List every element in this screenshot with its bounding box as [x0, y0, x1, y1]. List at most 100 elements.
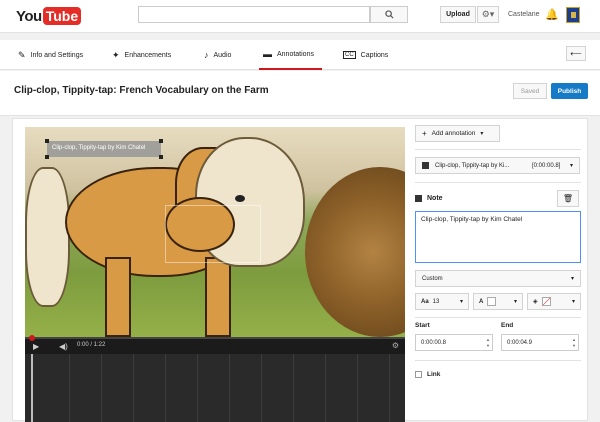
background-color-select[interactable]: ◈ ▾ — [527, 293, 581, 310]
volume-icon[interactable]: ◀) — [59, 342, 68, 351]
timeline-gridline — [165, 354, 166, 422]
timeline-gridline — [357, 354, 358, 422]
start-time-value: 0:00:00.8 — [421, 339, 447, 346]
chevron-down-icon: ▾ — [513, 299, 517, 305]
timeline-playhead[interactable] — [31, 354, 33, 422]
annotation-placeholder-box[interactable] — [165, 205, 261, 263]
font-size-select[interactable]: Aa 13 ▾ — [415, 293, 469, 310]
search-input[interactable] — [138, 6, 370, 23]
timeline-gridline — [293, 354, 294, 422]
text-color-icon: A — [479, 298, 484, 305]
tab-label: Info and Settings — [30, 51, 84, 59]
tab-info-settings[interactable]: ✎ Info and Settings — [18, 40, 83, 70]
link-label: Link — [427, 371, 441, 378]
chevron-down-icon: ▾ — [459, 299, 463, 305]
style-value: Custom — [422, 275, 443, 282]
pencil-icon: ✎ — [18, 49, 26, 60]
stepper-icon[interactable]: ▲ ▼ — [486, 337, 490, 349]
logo-tube: Tube — [42, 7, 82, 25]
timeline-gridline — [389, 354, 390, 422]
plus-icon: + — [422, 129, 427, 138]
magic-wand-icon: ✦ — [112, 49, 120, 60]
background-color-swatch — [541, 297, 551, 306]
annotation-item-label: Clip-clop, Tippity-tap by Ki... — [435, 162, 510, 169]
font-size-icon: Aa — [421, 298, 429, 305]
annotation-selector[interactable]: Clip-clop, Tippity-tap by Ki... [0:00:00… — [415, 157, 580, 174]
style-select[interactable]: Custom ▾ — [415, 270, 581, 287]
annotation-editor: Clip-clop, Tippity-tap by Kim Chatel ▶ ◀… — [12, 118, 588, 422]
link-option[interactable]: Link — [415, 371, 440, 378]
settings-button[interactable]: ⚙▾ — [477, 6, 499, 23]
resize-handle[interactable] — [45, 155, 49, 159]
speech-bubble-icon: ▬ — [263, 49, 272, 59]
pony-eye-image — [235, 195, 245, 202]
music-note-icon: ♪ — [204, 50, 209, 60]
username[interactable]: Castelane — [508, 11, 540, 18]
timeline-gridline — [69, 354, 70, 422]
tab-label: Captions — [360, 51, 389, 59]
back-button[interactable]: ⟵ — [566, 46, 586, 61]
chevron-down-icon: ▾ — [570, 276, 574, 282]
tab-annotations[interactable]: ▬ Annotations — [259, 40, 322, 70]
publish-button[interactable]: Publish — [551, 83, 588, 99]
tab-captions[interactable]: CC Captions — [343, 40, 388, 70]
time-display: 0:00 / 1:22 — [77, 342, 106, 348]
saved-button: Saved — [513, 83, 547, 99]
note-annotation-overlay[interactable]: Clip-clop, Tippity-tap by Kim Chatel — [47, 141, 161, 157]
timeline-gridline — [325, 354, 326, 422]
editor-tabs: ✎ Info and Settings ✦ Enhancements ♪ Aud… — [0, 40, 600, 70]
text-color-swatch — [487, 297, 497, 306]
text-color-select[interactable]: A ▾ — [473, 293, 523, 310]
note-type-icon — [415, 195, 422, 202]
top-bar: You Tube Upload ⚙▾ Castelane 🔔 — [0, 0, 600, 33]
start-time-input[interactable]: 0:00:00.8 ▲ ▼ — [415, 334, 493, 351]
add-annotation-button[interactable]: + Add annotation ▾ — [415, 125, 500, 142]
upload-button[interactable]: Upload — [440, 6, 476, 23]
annotation-item-time: [0:00:00.8] — [532, 163, 561, 169]
resize-handle[interactable] — [159, 139, 163, 143]
paint-bucket-icon: ◈ — [533, 299, 538, 305]
font-size-value: 13 — [432, 298, 440, 305]
type-label: Note — [427, 195, 443, 202]
tab-audio[interactable]: ♪ Audio — [204, 40, 231, 70]
avatar[interactable] — [566, 7, 580, 23]
delete-annotation-button[interactable]: 🗑 — [557, 190, 579, 207]
title-bar: Clip-clop, Tippity-tap: French Vocabular… — [0, 71, 600, 116]
search-button[interactable] — [370, 6, 408, 23]
pony-leg-image — [105, 257, 131, 337]
tab-label: Enhancements — [124, 51, 172, 59]
note-text-field[interactable]: Clip-clop, Tippity-tap by Kim Chatel — [415, 211, 581, 263]
annotation-timeline[interactable] — [25, 354, 405, 422]
note-type-icon — [422, 162, 429, 169]
logo-you: You — [16, 7, 42, 25]
resize-handle[interactable] — [45, 139, 49, 143]
search-icon — [384, 10, 394, 19]
trash-icon: 🗑 — [562, 194, 574, 203]
link-checkbox[interactable] — [415, 371, 422, 378]
youtube-logo[interactable]: You Tube — [16, 6, 82, 26]
resize-handle[interactable] — [159, 155, 163, 159]
cc-icon: CC — [343, 51, 356, 59]
gear-icon: ⚙▾ — [481, 9, 495, 19]
play-icon[interactable]: ▶ — [33, 342, 39, 351]
notifications-bell-icon[interactable]: 🔔 — [545, 8, 559, 21]
pony-tail-image — [25, 167, 70, 307]
annotation-type-label: Note — [415, 195, 443, 202]
add-annotation-label: Add annotation — [431, 130, 476, 137]
chevron-down-icon: ▾ — [571, 299, 575, 305]
start-label: Start — [415, 322, 430, 329]
timeline-gridline — [101, 354, 102, 422]
progress-knob[interactable] — [29, 335, 35, 341]
divider — [415, 360, 581, 361]
annotation-panel: + Add annotation ▾ Clip-clop, Tippity-ta… — [415, 125, 581, 415]
end-time-input[interactable]: 0:00:04.9 ▲ ▼ — [501, 334, 579, 351]
progress-bar[interactable] — [25, 335, 405, 341]
video-player[interactable]: Clip-clop, Tippity-tap by Kim Chatel — [25, 127, 405, 337]
chevron-down-icon: ▾ — [569, 163, 573, 169]
divider — [415, 182, 581, 183]
timeline-gridline — [133, 354, 134, 422]
gear-icon[interactable]: ⚙ — [392, 341, 399, 350]
stepper-icon[interactable]: ▲ ▼ — [572, 337, 576, 349]
end-label: End — [501, 322, 514, 329]
tab-enhancements[interactable]: ✦ Enhancements — [112, 40, 171, 70]
